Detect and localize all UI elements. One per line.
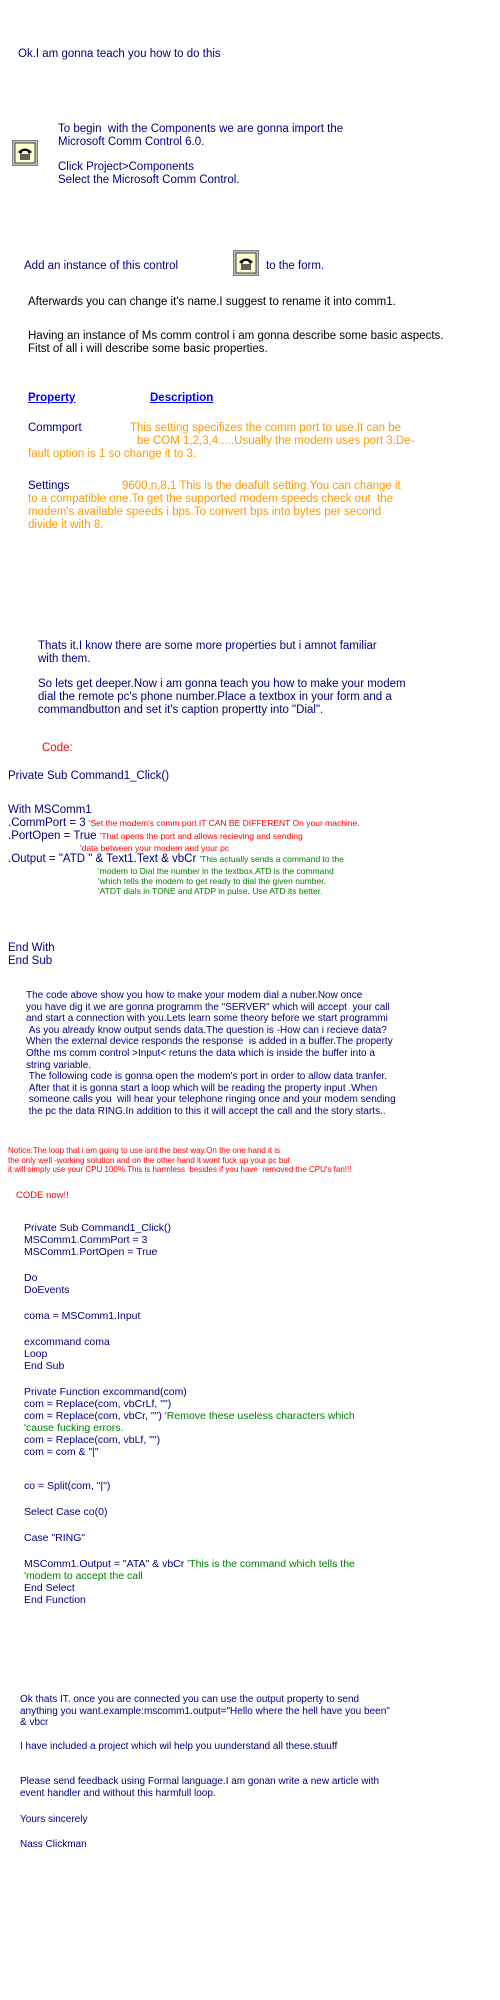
- row-settings-desc-d: divide it with 8.: [28, 519, 104, 531]
- table-header-description: Description: [150, 392, 214, 404]
- code1-output-comment2: 'modem to Dial the number in the textbox…: [98, 866, 334, 876]
- code2-f: co = Split(com, "|"): [24, 1480, 111, 1492]
- code2-i: MSComm1.Output = "ATA" & vbCr: [24, 1558, 185, 1570]
- notice-text: Notice:The loop that i am going to use i…: [8, 1146, 352, 1175]
- table-header-property: Property: [28, 392, 76, 404]
- code1-portopen-comment: 'That opens the port and allows recievin…: [99, 831, 303, 841]
- s1-line2: Microsoft Comm Control 6.0.: [58, 136, 205, 148]
- code1-commport: .CommPort = 3: [8, 817, 86, 829]
- row-commport-name: Commport: [28, 422, 82, 434]
- code1-endwith: End With: [8, 942, 55, 954]
- explain-text: The code above show you how to make your…: [26, 990, 396, 1117]
- yours-text: Yours sincerely: [20, 1813, 88, 1825]
- code1-portopen: .PortOpen = True: [8, 830, 97, 842]
- code2-e1: Private Function excommand(com) com = Re…: [24, 1386, 187, 1422]
- add-instance-text-b: to the form.: [266, 260, 325, 272]
- code2-c: coma = MSComm1.Input: [24, 1310, 141, 1322]
- ok-thats-text: Ok thats IT. once you are connected you …: [20, 1694, 390, 1729]
- row-settings-desc-a: 9600,n,8,1 This is the deafult setting.Y…: [122, 480, 401, 492]
- code1-commport-comment: 'Set the modem's comm port.IT CAN BE DIF…: [88, 818, 360, 828]
- code2-h: Case "RING": [24, 1532, 86, 1544]
- code2-j: End Select End Function: [24, 1582, 86, 1606]
- code1-portopen-comment2: 'data between your modem and your pc: [80, 843, 230, 853]
- code1-output-comment3: 'which tells the modem to get ready to d…: [98, 876, 326, 886]
- comm-control-telephone-icon: [12, 140, 38, 166]
- code-now-label: CODE now!!: [16, 1190, 69, 1201]
- code-label: Code:: [42, 742, 73, 754]
- add-instance-text-a: Add an instance of this control: [24, 260, 179, 272]
- describe-text: Having an instance of Ms comm control i …: [28, 330, 444, 355]
- code1-output-comment1: 'This actually sends a command to the: [199, 854, 344, 864]
- row-settings-desc-b: to a compatible one.To get the supported…: [28, 493, 394, 505]
- thats-it-text: Thats it.I know there are some more prop…: [38, 640, 377, 665]
- row-commport-desc-b: be COM 1,2,3,4.....Usually the modem use…: [137, 435, 415, 447]
- row-commport-desc-c: fault option is 1 so change it to 3.: [28, 448, 197, 460]
- row-settings-desc-c: modem's available speeds i bps.To conver…: [28, 506, 382, 518]
- s1-line1: To begin with the Components we are gonn…: [58, 123, 344, 135]
- s1-line3: Click Project>Components: [58, 161, 194, 173]
- comm-control-telephone-icon: [233, 250, 259, 276]
- feedback-text: Please send feedback using Formal langua…: [20, 1776, 380, 1799]
- row-commport-desc-a: This setting specifizes the comm port to…: [130, 422, 402, 434]
- code2-g: Select Case co(0): [24, 1506, 108, 1518]
- code1-output-comment4: 'ATDT dials in TONE and ATDP in pulse. U…: [98, 886, 323, 896]
- code1-endsub: End Sub: [8, 955, 53, 967]
- code2-b: Do DoEvents: [24, 1272, 70, 1296]
- code1-with: With MSComm1: [8, 804, 92, 816]
- code2-e2: com = Replace(com, vbLf, "") com = com &…: [24, 1434, 161, 1458]
- code2-a: Private Sub Command1_Click() MSComm1.Com…: [24, 1222, 172, 1258]
- code1-sub: Private Sub Command1_Click(): [8, 770, 170, 782]
- row-settings-name: Settings: [28, 480, 70, 492]
- included-text: I have included a project which wil help…: [20, 1740, 338, 1752]
- author-name: Nass Clickman: [20, 1839, 87, 1851]
- code2-d: excommand coma Loop End Sub: [24, 1336, 110, 1372]
- s1-line4: Select the Microsoft Comm Control.: [58, 174, 240, 186]
- deeper-text: So lets get deeper.Now i am gonna teach …: [38, 678, 406, 716]
- rename-text: Afterwards you can change it's name.I su…: [28, 296, 396, 308]
- intro-text: Ok.I am gonna teach you how to do this: [18, 48, 221, 60]
- code1-output: .Output = "ATD " & Text1.Text & vbCr: [8, 853, 197, 865]
